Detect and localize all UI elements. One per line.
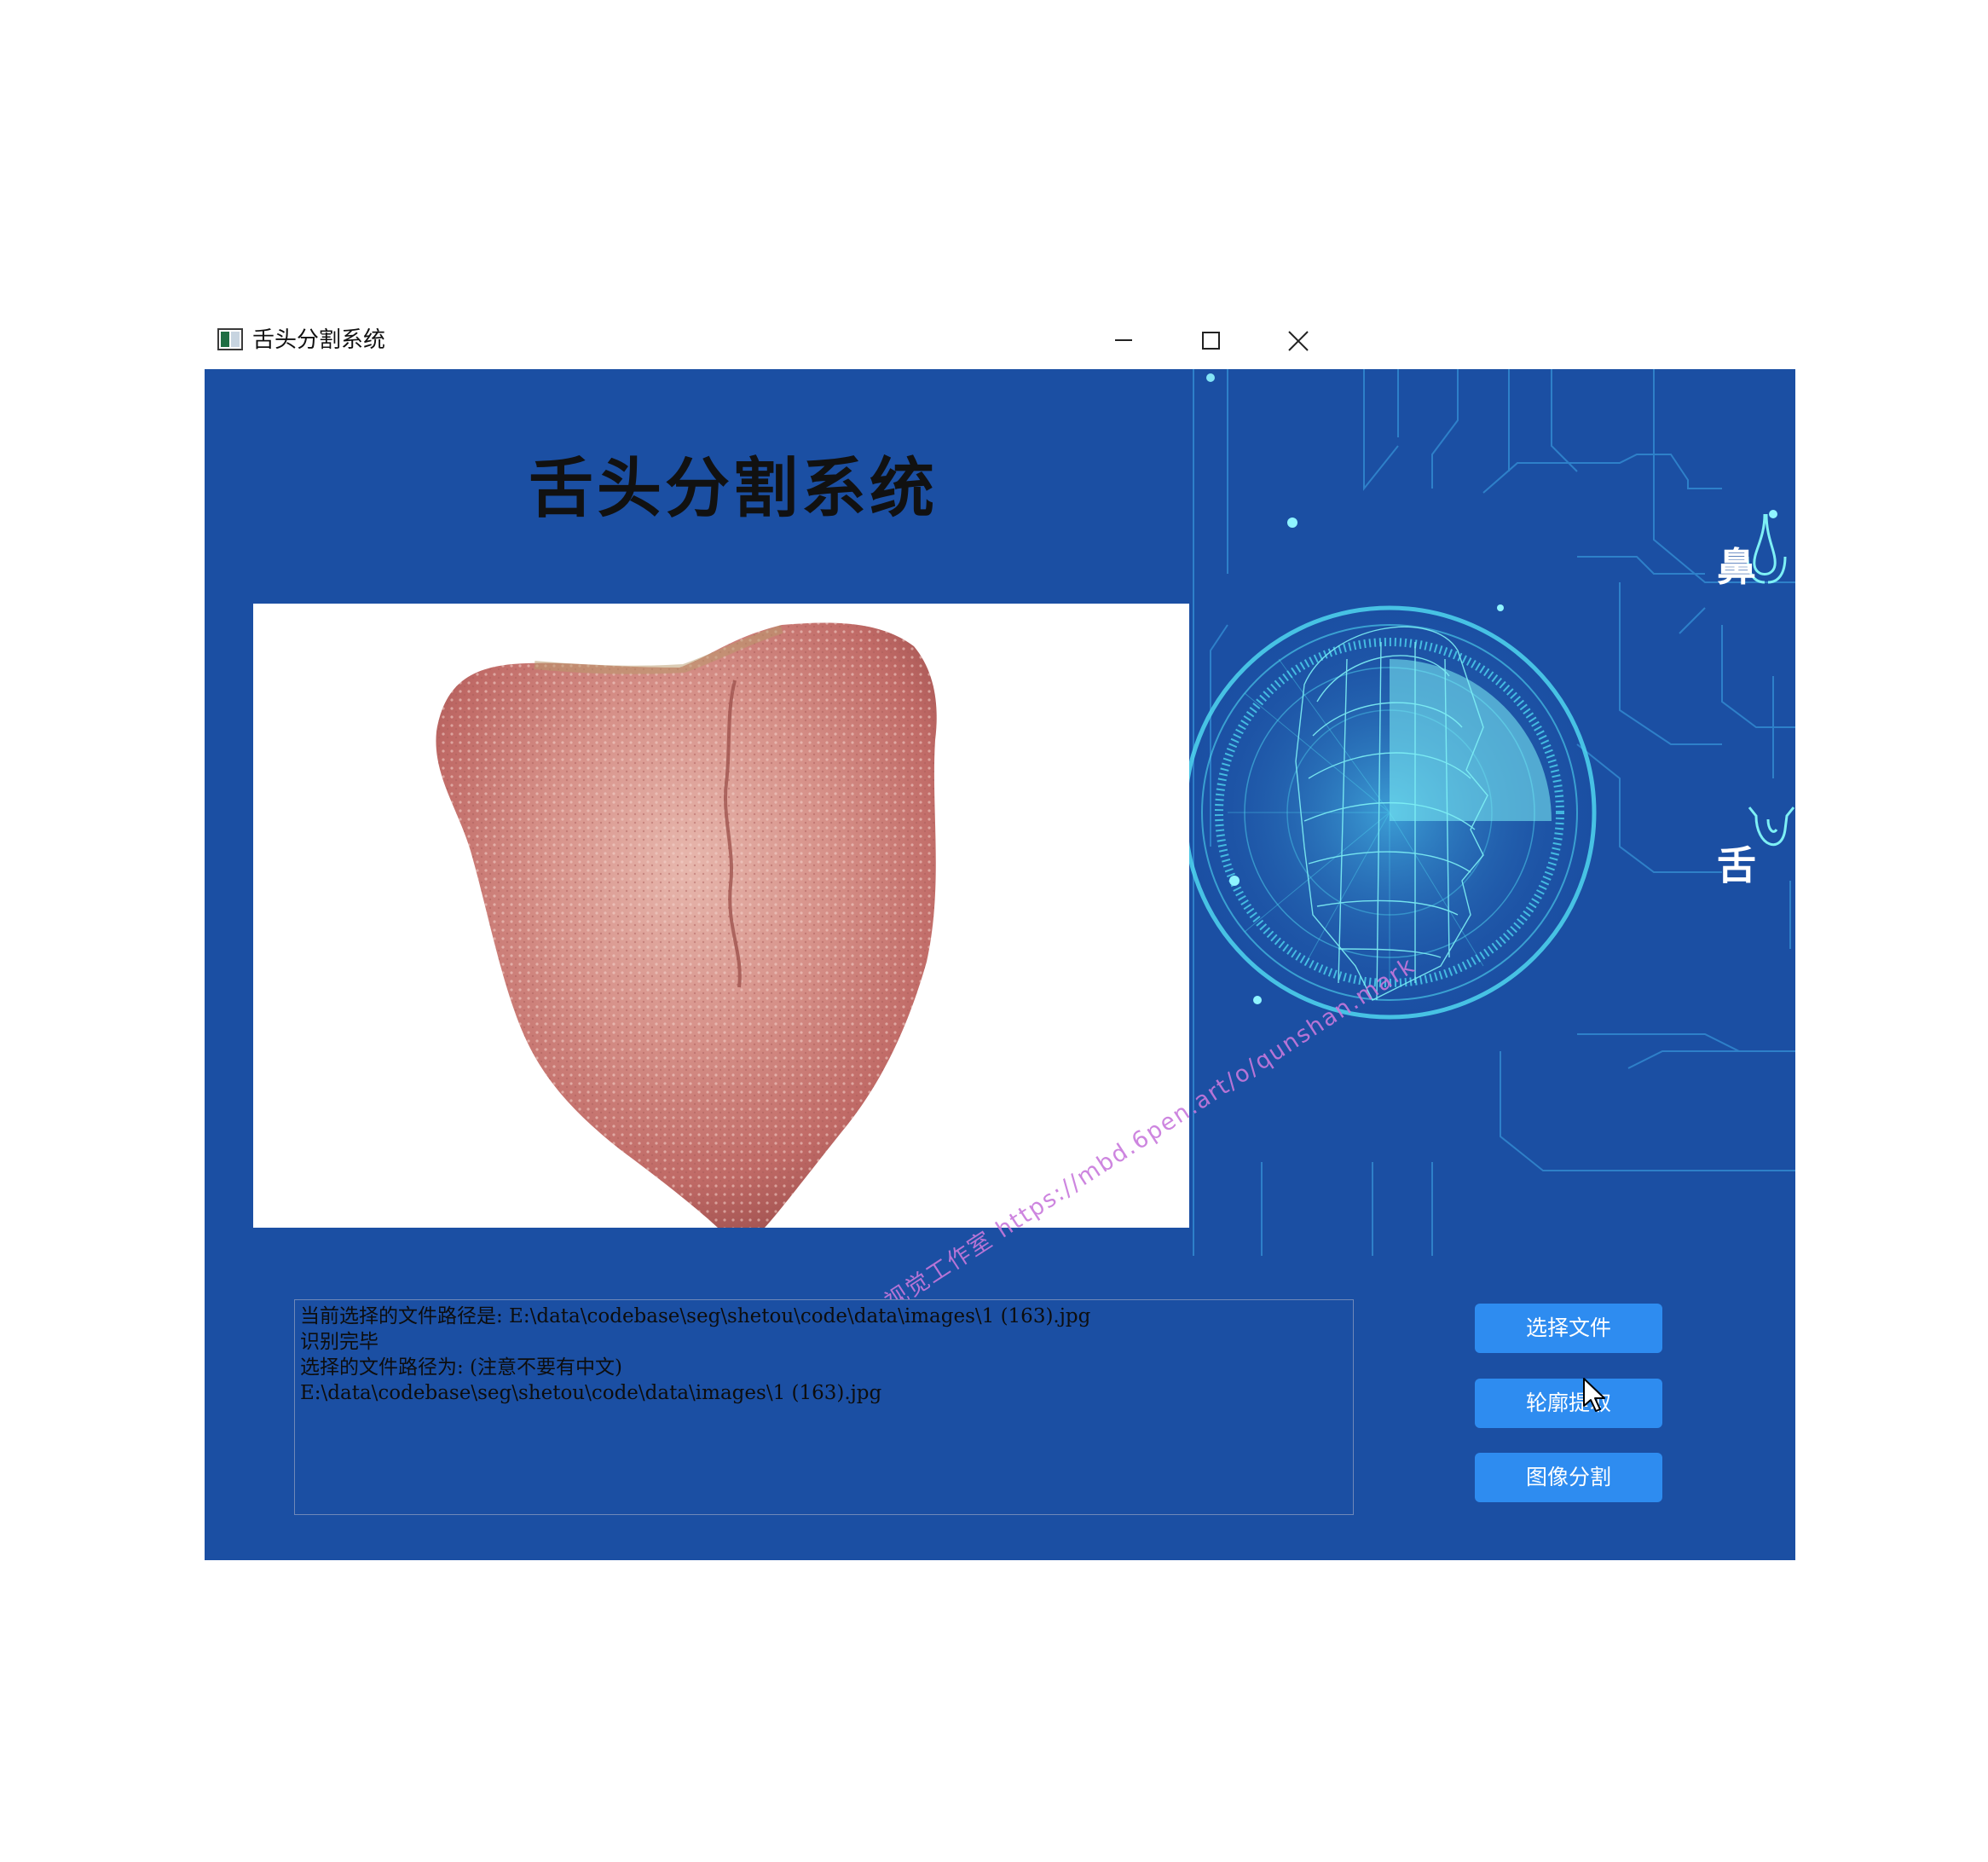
log-line: 当前选择的文件路径是: E:\data\codebase\seg\shetou\… — [300, 1305, 1091, 1327]
maximize-button[interactable] — [1183, 321, 1234, 360]
window-title: 舌头分割系统 — [252, 327, 386, 353]
nose-label: 鼻 — [1717, 544, 1756, 590]
main-panel: 鼻 舌 舌头分割系统 群马视觉工作室 https://mbd.6pen.art/… — [205, 369, 1795, 1560]
log-line: 识别完毕 — [300, 1331, 379, 1353]
select-file-button[interactable]: 选择文件 — [1475, 1304, 1662, 1353]
tongue-label: 舌 — [1717, 842, 1756, 888]
face-scan-illustration — [1176, 369, 1795, 1256]
close-icon — [1288, 331, 1309, 351]
mouse-pointer-icon — [1583, 1378, 1605, 1412]
title-bar[interactable]: 舌头分割系统 — [205, 312, 1795, 369]
image-segment-button[interactable]: 图像分割 — [1475, 1453, 1662, 1502]
log-output[interactable]: 当前选择的文件路径是: E:\data\codebase\seg\shetou\… — [294, 1299, 1354, 1515]
contour-extract-button[interactable]: 轮廓提取 — [1475, 1379, 1662, 1428]
image-display — [253, 604, 1189, 1228]
app-window: 舌头分割系统 鼻 舌 舌头分割系统 群马视觉工作室 https://mbd.6p… — [205, 312, 1795, 1560]
log-line: E:\data\codebase\seg\shetou\code\data\im… — [300, 1382, 882, 1404]
close-button[interactable] — [1270, 321, 1321, 360]
maximize-icon — [1202, 332, 1220, 350]
tongue-image — [436, 622, 937, 1228]
log-line: 选择的文件路径为: (注意不要有中文) — [300, 1356, 623, 1379]
minimize-button[interactable] — [1096, 321, 1147, 360]
app-icon — [217, 328, 243, 350]
minimize-icon — [1115, 339, 1132, 341]
page-title: 舌头分割系统 — [529, 450, 938, 526]
